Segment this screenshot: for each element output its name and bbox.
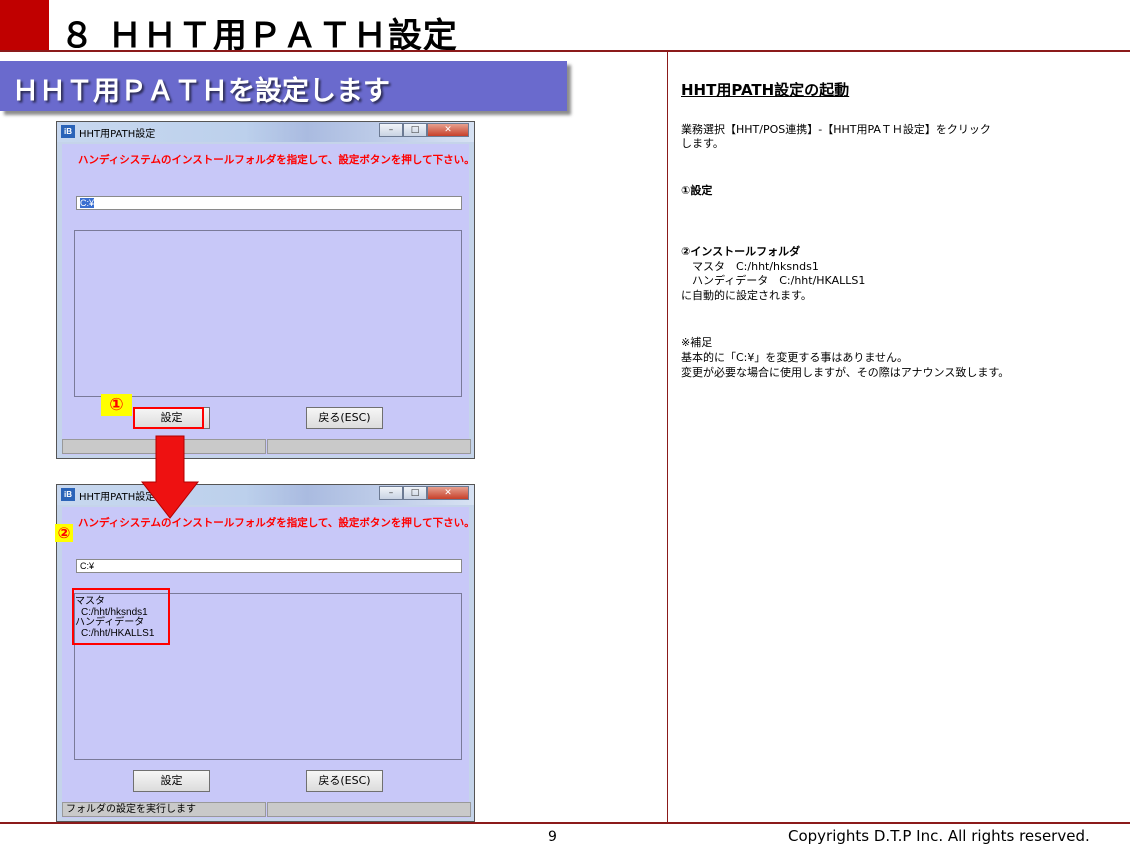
section-banner: ＨＨＴ用ＰＡＴＨを設定します	[0, 61, 567, 111]
status-bar: フォルダの設定を実行します	[62, 802, 471, 818]
note-line: 変更が必要な場合に使用しますが、その際はアナウンス致します。	[681, 366, 1010, 379]
note-title: ※補足	[681, 336, 713, 349]
path-input-value: C:¥	[80, 198, 95, 208]
step2-line: に自動的に設定されます。	[681, 289, 812, 302]
section-banner-text: ＨＨＴ用ＰＡＴＨを設定します	[12, 76, 390, 107]
window-hht-path-after: iB HHT用PATH設定 – □ ✕ ハンディシステムのインストールフォルダを…	[56, 484, 475, 822]
window-controls: – □ ✕	[379, 486, 469, 500]
set-button[interactable]: 設定	[133, 770, 210, 792]
minimize-icon[interactable]: –	[379, 123, 403, 137]
instruction-text: ハンディシステムのインストールフォルダを指定して、設定ボタンを押して下さい。	[78, 517, 475, 529]
window-title: HHT用PATH設定	[79, 129, 156, 140]
step1-marker: ①	[101, 394, 132, 416]
maximize-icon[interactable]: □	[403, 486, 427, 500]
status-right	[267, 439, 471, 454]
status-right	[267, 802, 471, 817]
column-divider	[667, 52, 668, 822]
window-titlebar: iB HHT用PATH設定 – □ ✕	[57, 485, 474, 505]
result-list[interactable]	[74, 230, 462, 397]
app-icon: iB	[61, 125, 75, 138]
back-button[interactable]: 戻る(ESC)	[306, 770, 383, 792]
minimize-icon[interactable]: –	[379, 486, 403, 500]
path-input[interactable]: C:¥	[76, 559, 462, 573]
step2-marker: ②	[55, 524, 73, 542]
window-titlebar: iB HHT用PATH設定 – □ ✕	[57, 122, 474, 142]
title-accent-block	[0, 0, 49, 50]
close-icon[interactable]: ✕	[427, 486, 469, 500]
bottom-rule	[0, 822, 1130, 824]
app-icon: iB	[61, 488, 75, 501]
path-input[interactable]: C:¥	[76, 196, 462, 210]
path-input-value: C:¥	[80, 561, 95, 571]
back-button[interactable]: 戻る(ESC)	[306, 407, 383, 429]
down-arrow-icon	[140, 435, 200, 519]
intro-line: します。	[681, 137, 724, 150]
status-left: フォルダの設定を実行します	[62, 802, 266, 817]
right-panel-heading: HHT用PATH設定の起動	[681, 81, 850, 99]
instruction-text: ハンディシステムのインストールフォルダを指定して、設定ボタンを押して下さい。	[78, 154, 475, 166]
step2-line: ハンディデータ C:/hht/HKALLS1	[681, 274, 866, 287]
window-controls: – □ ✕	[379, 123, 469, 137]
maximize-icon[interactable]: □	[403, 123, 427, 137]
window-client: ハンディシステムのインストールフォルダを指定して、設定ボタンを押して下さい。 C…	[62, 507, 475, 818]
set-button-highlight	[133, 407, 204, 429]
page-number: 9	[548, 829, 557, 845]
step2-label: ②インストールフォルダ	[681, 245, 801, 258]
status-bar	[62, 439, 471, 455]
copyright-text: Copyrights D.T.P Inc. All rights reserve…	[788, 827, 1090, 845]
step2-line: マスタ C:/hht/hksnds1	[681, 260, 819, 273]
step1-label: ①設定	[681, 184, 713, 197]
note-line: 基本的に「C:¥」を変更する事はありません。	[681, 351, 909, 364]
close-icon[interactable]: ✕	[427, 123, 469, 137]
intro-line: 業務選択【HHT/POS連携】-【HHT用PAＴＨ設定】をクリック	[681, 123, 991, 136]
top-rule	[0, 50, 1130, 52]
installed-folder-highlight	[72, 588, 170, 645]
